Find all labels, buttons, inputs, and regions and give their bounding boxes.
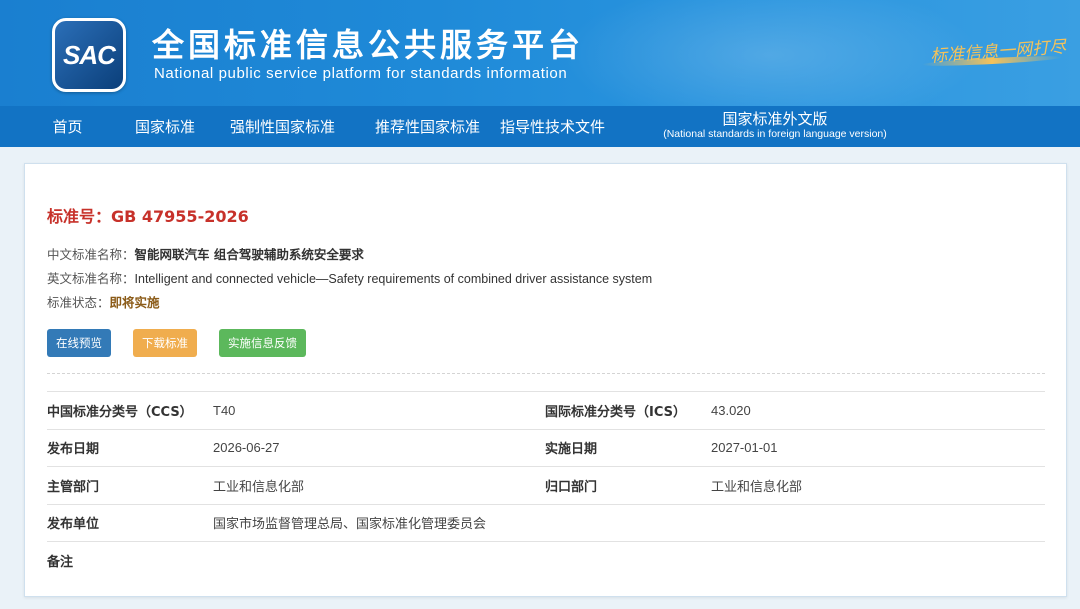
nav-recommended-standards[interactable]: 推荐性国家标准 bbox=[375, 116, 480, 137]
implementation-feedback-button[interactable]: 实施信息反馈 bbox=[219, 329, 306, 357]
nav-national-standards[interactable]: 国家标准 bbox=[135, 116, 195, 137]
table-row: 发布日期 2026-06-27 实施日期 2027-01-01 bbox=[47, 429, 1045, 467]
standard-meta-table: 中国标准分类号（CCS） T40 国际标准分类号（ICS） 43.020 发布日… bbox=[47, 391, 1045, 579]
ccs-label: 中国标准分类号（CCS） bbox=[47, 404, 193, 420]
responsible-value: 工业和信息化部 bbox=[711, 479, 803, 495]
nav-foreign-sublabel: (National standards in foreign language … bbox=[663, 127, 887, 140]
implement-date-label: 实施日期 bbox=[545, 442, 598, 458]
table-row: 发布单位 国家市场监督管理总局、国家标准化管理委员会 bbox=[47, 504, 1045, 542]
authority-value: 工业和信息化部 bbox=[213, 479, 305, 495]
ics-value: 43.020 bbox=[711, 402, 751, 418]
publisher-label: 发布单位 bbox=[47, 517, 100, 533]
nav-home[interactable]: 首页 bbox=[0, 116, 135, 137]
en-name-value: Intelligent and connected vehicle—Safety… bbox=[134, 272, 653, 286]
dashed-divider bbox=[47, 373, 1045, 374]
header-banner: SAC 全国标准信息公共服务平台 National public service… bbox=[0, 0, 1080, 106]
cn-name-row: 中文标准名称：智能网联汽车 组合驾驶辅助系统安全要求 bbox=[47, 244, 364, 263]
authority-label: 主管部门 bbox=[47, 479, 100, 495]
site-title-cn: 全国标准信息公共服务平台 bbox=[152, 26, 585, 64]
table-row: 中国标准分类号（CCS） T40 国际标准分类号（ICS） 43.020 bbox=[47, 391, 1045, 430]
status-label: 标准状态： bbox=[47, 295, 110, 310]
download-standard-button[interactable]: 下载标准 bbox=[133, 329, 197, 357]
publisher-value: 国家市场监督管理总局、国家标准化管理委员会 bbox=[213, 517, 487, 533]
remark-label: 备注 bbox=[47, 555, 74, 570]
en-name-label: 英文标准名称： bbox=[47, 271, 135, 286]
nav-guidance-documents[interactable]: 指导性技术文件 bbox=[460, 116, 645, 137]
nav-foreign-language-standards[interactable]: 国家标准外文版 (National standards in foreign l… bbox=[663, 109, 887, 142]
standard-detail-card: 标准号：GB 47955-2026 中文标准名称：智能网联汽车 组合驾驶辅助系统… bbox=[24, 163, 1067, 597]
cn-name-label: 中文标准名称： bbox=[47, 247, 135, 262]
world-map-background bbox=[560, 0, 980, 106]
main-nav: 首页 国家标准 强制性国家标准 推荐性国家标准 指导性技术文件 国家标准外文版 … bbox=[0, 106, 1080, 147]
ics-label: 国际标准分类号（ICS） bbox=[545, 404, 686, 420]
publish-date-label: 发布日期 bbox=[47, 442, 100, 458]
publish-date-value: 2026-06-27 bbox=[213, 440, 280, 456]
site-title-en: National public service platform for sta… bbox=[154, 65, 568, 82]
status-row: 标准状态：即将实施 bbox=[47, 292, 160, 311]
table-row: 主管部门 工业和信息化部 归口部门 工业和信息化部 bbox=[47, 466, 1045, 505]
ccs-value: T40 bbox=[213, 402, 236, 418]
table-row: 备注 bbox=[47, 541, 1045, 580]
nav-foreign-label: 国家标准外文版 bbox=[722, 109, 828, 128]
logo-text: SAC bbox=[63, 39, 116, 70]
status-value: 即将实施 bbox=[109, 295, 160, 310]
responsible-label: 归口部门 bbox=[545, 479, 598, 495]
sac-logo[interactable]: SAC bbox=[52, 18, 126, 92]
en-name-row: 英文标准名称：Intelligent and connected vehicle… bbox=[47, 268, 652, 287]
cn-name-value: 智能网联汽车 组合驾驶辅助系统安全要求 bbox=[134, 247, 364, 262]
online-preview-button[interactable]: 在线预览 bbox=[47, 329, 111, 357]
nav-mandatory-standards[interactable]: 强制性国家标准 bbox=[190, 116, 375, 137]
implement-date-value: 2027-01-01 bbox=[711, 440, 778, 456]
standard-number: 标准号：GB 47955-2026 bbox=[47, 207, 249, 226]
remark-value bbox=[213, 542, 1045, 580]
